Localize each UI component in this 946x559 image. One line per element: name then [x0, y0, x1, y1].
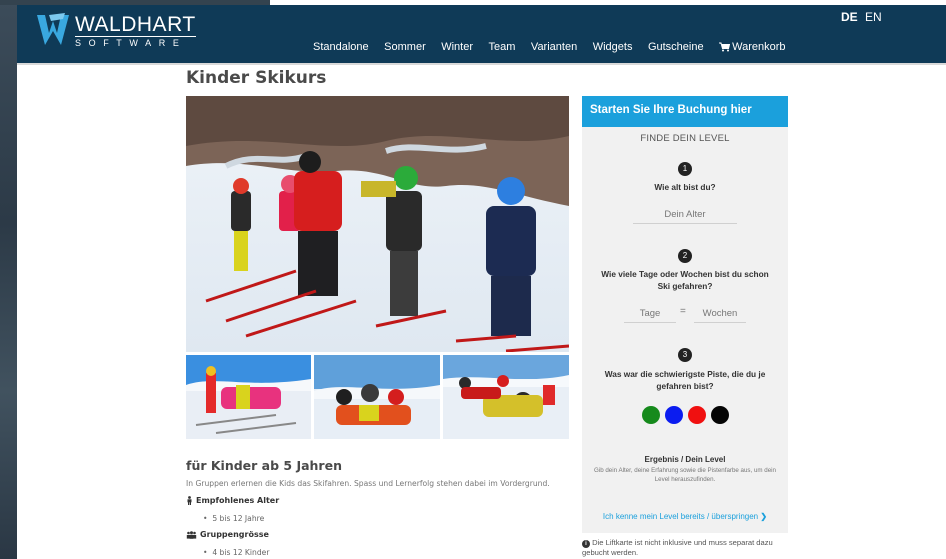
gallery-thumbnail-3[interactable] — [443, 355, 569, 439]
top-navigation-bar: WALDHART SOFTWARE Standalone Sommer Wint… — [17, 5, 946, 63]
lang-en[interactable]: EN — [865, 10, 882, 24]
cart-icon — [719, 42, 731, 52]
section-title: für Kinder ab 5 Jahren — [186, 458, 342, 473]
slope-color-options — [582, 406, 788, 424]
skip-level-link[interactable]: Ich kenne mein Level bereits / übersprin… — [582, 512, 788, 521]
result-description: Gib dein Alter, deine Erfahrung sowie di… — [594, 467, 776, 483]
background-strip — [0, 0, 17, 559]
step-3-question: Was war die schwierigste Piste, die du j… — [604, 369, 766, 391]
slope-blue-button[interactable] — [664, 406, 683, 424]
cart-label: Warenkorb — [732, 41, 786, 53]
nav-item-widgets[interactable]: Widgets — [593, 41, 633, 53]
header-divider — [17, 63, 946, 65]
slope-black-button[interactable] — [710, 406, 729, 424]
slope-red-button[interactable] — [687, 406, 706, 424]
main-nav: Standalone Sommer Winter Team Varianten … — [313, 41, 817, 53]
info-icon: i — [582, 540, 590, 548]
logo[interactable]: WALDHART SOFTWARE — [35, 11, 196, 51]
chevron-right-icon: ❯ — [760, 512, 768, 521]
hero-image[interactable] — [186, 96, 569, 352]
equals-sign: = — [680, 306, 686, 317]
nav-item-varianten[interactable]: Varianten — [531, 41, 577, 53]
nav-item-team[interactable]: Team — [489, 41, 516, 53]
step-3-badge: 3 — [678, 348, 692, 362]
liftpass-note: i Die Liftkarte ist nicht inklusive und … — [582, 538, 792, 558]
group-icon — [186, 530, 197, 539]
step-2-question: Wie viele Tage oder Wochen bist du schon… — [601, 269, 769, 291]
feature-group-value: • 4 bis 12 Kinder — [203, 548, 270, 557]
days-input[interactable]: Tage — [624, 308, 676, 323]
feature-group-label: Gruppengrösse — [200, 530, 269, 539]
feature-age: Empfohlenes Alter — [186, 496, 279, 505]
lang-de[interactable]: DE — [841, 10, 858, 24]
language-switcher: DE EN — [841, 10, 882, 24]
course-description: In Gruppen erlernen die Kids das Skifahr… — [186, 479, 550, 488]
weeks-input[interactable]: Wochen — [694, 308, 746, 323]
step-1-badge: 1 — [678, 162, 692, 176]
gallery-thumbnail-2[interactable] — [314, 355, 440, 439]
step-1-question: Wie alt bist du? — [654, 182, 716, 192]
page-title: Kinder Skikurs — [186, 68, 327, 88]
step-2-badge: 2 — [678, 249, 692, 263]
skip-level-label: Ich kenne mein Level bereits / übersprin… — [602, 512, 759, 521]
logo-mark-icon — [35, 11, 71, 51]
logo-subtitle: SOFTWARE — [75, 35, 196, 49]
nav-item-winter[interactable]: Winter — [441, 41, 473, 53]
gallery-thumbnail-1[interactable] — [186, 355, 311, 439]
slope-green-button[interactable] — [641, 406, 660, 424]
nav-item-sommer[interactable]: Sommer — [384, 41, 426, 53]
nav-item-gutscheine[interactable]: Gutscheine — [648, 41, 704, 53]
logo-name: WALDHART — [75, 12, 196, 36]
booking-panel: Starten Sie Ihre Buchung hier FINDE DEIN… — [582, 96, 788, 533]
find-level-title: FINDE DEIN LEVEL — [640, 133, 730, 144]
result-title: Ergebnis / Dein Level — [644, 455, 726, 464]
nav-item-cart[interactable]: Warenkorb — [719, 41, 801, 53]
feature-age-value: • 5 bis 12 Jahre — [203, 514, 265, 523]
liftpass-note-text: Die Liftkarte ist nicht inklusive und mu… — [582, 538, 773, 557]
child-icon — [187, 496, 192, 505]
nav-item-standalone[interactable]: Standalone — [313, 41, 369, 53]
feature-group: Gruppengrösse — [186, 530, 269, 539]
booking-header: Starten Sie Ihre Buchung hier — [582, 96, 788, 127]
feature-age-label: Empfohlenes Alter — [196, 496, 280, 505]
age-input[interactable]: Dein Alter — [633, 209, 737, 224]
